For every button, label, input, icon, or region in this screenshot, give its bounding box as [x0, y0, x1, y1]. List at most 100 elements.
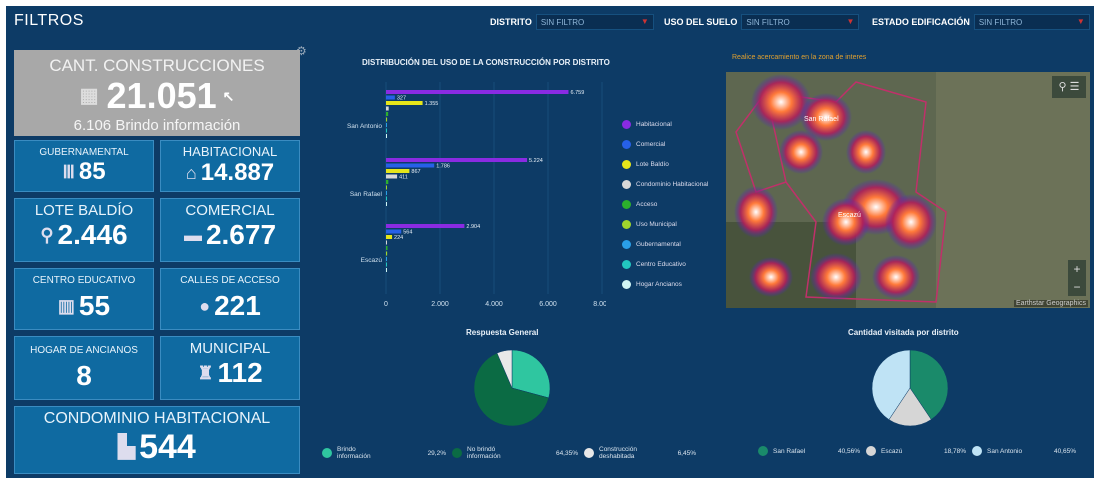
search-icon[interactable]: ⚲: [1059, 81, 1067, 93]
legend-swatch: [972, 446, 982, 456]
legend-item[interactable]: Comercial: [622, 134, 708, 154]
legend-item[interactable]: Condominio Habitacional: [622, 174, 708, 194]
legend-percent: 29,2%: [427, 449, 446, 457]
legend-swatch: [584, 448, 594, 458]
card-habitacional[interactable]: HABITACIONAL ⌂ 14.887: [160, 140, 300, 192]
data-label: 5.224: [529, 158, 543, 164]
estado-select[interactable]: SIN FILTRO ▼: [973, 14, 1090, 30]
card-value: 2.677: [205, 219, 277, 250]
zoom-controls: + −: [1068, 260, 1086, 296]
card-municipal[interactable]: MUNICIPAL ♜ 112: [160, 336, 300, 400]
legend-swatch: [452, 448, 462, 458]
chevron-down-icon: ▼: [846, 17, 855, 26]
data-label: 1.355: [425, 101, 439, 107]
zoom-in-icon[interactable]: +: [1068, 260, 1086, 278]
card-value: 112: [217, 357, 263, 388]
card-value: 2.446: [57, 219, 128, 250]
dashboard: FILTROS DISTRITO SIN FILTRO ▼ USO DEL SUE…: [6, 6, 1094, 478]
bar: [386, 163, 435, 168]
legend-swatch: [622, 279, 631, 289]
card-label: LOTE BALDÍO: [34, 202, 134, 219]
legend-swatch: [622, 179, 631, 189]
legend-item[interactable]: Hogar Ancianos: [622, 274, 708, 294]
bar: [386, 95, 395, 100]
zoom-out-icon[interactable]: −: [1068, 278, 1086, 296]
select-value: SIN FILTRO: [540, 18, 585, 27]
list-icon[interactable]: ☰: [1070, 81, 1080, 93]
legend-item[interactable]: Lote Baldío: [622, 154, 708, 174]
pie-legend-item[interactable]: San Rafael 40,56%: [758, 446, 866, 456]
legend-label: San Antonio: [987, 447, 1023, 455]
pie-chart-respuesta: [473, 349, 551, 427]
bar: [386, 90, 569, 94]
card-comercial[interactable]: COMERCIAL ▬ 2.677: [160, 198, 300, 262]
chevron-down-icon: ▼: [640, 17, 649, 26]
x-tick-label: 8.000: [593, 301, 606, 308]
pie-legend-item[interactable]: Brindo información 29,2%: [322, 446, 452, 460]
card-lote-baldio[interactable]: LOTE BALDÍO ⚲ 2.446: [14, 198, 154, 262]
card-label: CONDOMINIO HABITACIONAL: [43, 410, 271, 427]
legend-label: Gubernamental: [636, 240, 681, 248]
legend-swatch: [622, 139, 631, 149]
card-calles-acceso[interactable]: CALLES DE ACCESO ● 221: [160, 268, 300, 330]
legend-label: Condominio Habitacional: [636, 180, 709, 188]
card-subtext: 6.106 Brindo información: [73, 117, 241, 134]
legend-label: San Rafael: [773, 447, 806, 455]
legend-percent: 18,78%: [943, 447, 966, 455]
card-value: 221: [214, 290, 261, 321]
card-value: 55: [78, 290, 111, 321]
bar: [386, 117, 388, 122]
card-label: COMERCIAL: [185, 202, 275, 219]
filter-uso-suelo: USO DEL SUELO SIN FILTRO ▼: [664, 14, 860, 30]
pie-legend-item[interactable]: No brindó información 64,35%: [452, 446, 584, 460]
data-label: 327: [397, 96, 406, 102]
legend-item[interactable]: Gubernamental: [622, 234, 708, 254]
bar: [386, 134, 387, 138]
legend-item[interactable]: Uso Municipal: [622, 214, 708, 234]
filter-header: FILTROS DISTRITO SIN FILTRO ▼ USO DEL SUE…: [6, 6, 1094, 36]
bar: [386, 128, 387, 133]
heatmap-map[interactable]: San Rafael Escazú ⚲ ☰ + − Earthstar Geogr…: [726, 72, 1090, 308]
legend-label: Escazú: [881, 447, 903, 455]
legend-item[interactable]: Acceso: [622, 194, 708, 214]
legend-label: Uso Municipal: [636, 220, 677, 228]
card-label: CANT. CONSTRUCCIONES: [49, 56, 265, 75]
bar-chart-legend: Habitacional Comercial Lote Baldío Condomin…: [622, 114, 708, 294]
bar: [386, 196, 387, 201]
y-category-label: San Antonio: [347, 123, 382, 130]
pie-legend-item[interactable]: Escazú 18,78%: [866, 446, 972, 456]
card-gubernamental[interactable]: GUBERNAMENTAL Ⅲ 85: [14, 140, 154, 192]
bar: [386, 101, 423, 105]
bar: [386, 251, 388, 256]
card-condominio[interactable]: CONDOMINIO HABITACIONAL ▙ 544: [14, 406, 300, 474]
data-label: 867: [411, 169, 420, 175]
card-label: HOGAR DE ANCIANOS: [30, 345, 138, 356]
pie-legend-item[interactable]: San Antonio 40,65%: [972, 446, 1082, 456]
total-construcciones-card[interactable]: CANT. CONSTRUCCIONES ▦ 21.051 ↖ 6.106 Brin…: [14, 50, 300, 136]
map-pin-icon: ⚲: [40, 225, 54, 245]
filter-label: USO DEL SUELO: [664, 17, 738, 27]
x-tick-label: 6.000: [539, 301, 557, 308]
house-icon: ⌂: [185, 163, 197, 183]
legend-item[interactable]: Centro Educativo: [622, 254, 708, 274]
card-value: 21.051: [106, 75, 217, 116]
uso-suelo-select[interactable]: SIN FILTRO ▼: [741, 14, 860, 30]
x-tick-label: 2.000: [431, 301, 449, 308]
column-icon: Ⅲ: [62, 162, 75, 182]
card-label: CALLES DE ACCESO: [180, 275, 280, 286]
y-category-label: Escazú: [361, 257, 383, 264]
legend-percent: 40,65%: [1053, 447, 1076, 455]
legend-label: Lote Baldío: [636, 160, 669, 168]
card-hogar-ancianos[interactable]: HOGAR DE ANCIANOS 8: [14, 336, 154, 400]
bar: [386, 262, 387, 267]
card-centro-educativo[interactable]: CENTRO EDUCATIVO ▥ 55: [14, 268, 154, 330]
legend-item[interactable]: Habitacional: [622, 114, 708, 134]
municipal-icon: ♜: [197, 363, 214, 383]
legend-label: No brindó información: [467, 446, 501, 460]
x-tick-label: 0: [384, 301, 388, 308]
pie-legend-item[interactable]: Construcción deshabitada 6,45%: [584, 446, 702, 460]
bar-chart: 0 2.000 4.000 6.000 8.000 San Antonio 6.759 327…: [347, 82, 606, 308]
distrito-select[interactable]: SIN FILTRO ▼: [535, 14, 654, 30]
bar: [386, 174, 398, 179]
legend-swatch: [622, 119, 631, 129]
